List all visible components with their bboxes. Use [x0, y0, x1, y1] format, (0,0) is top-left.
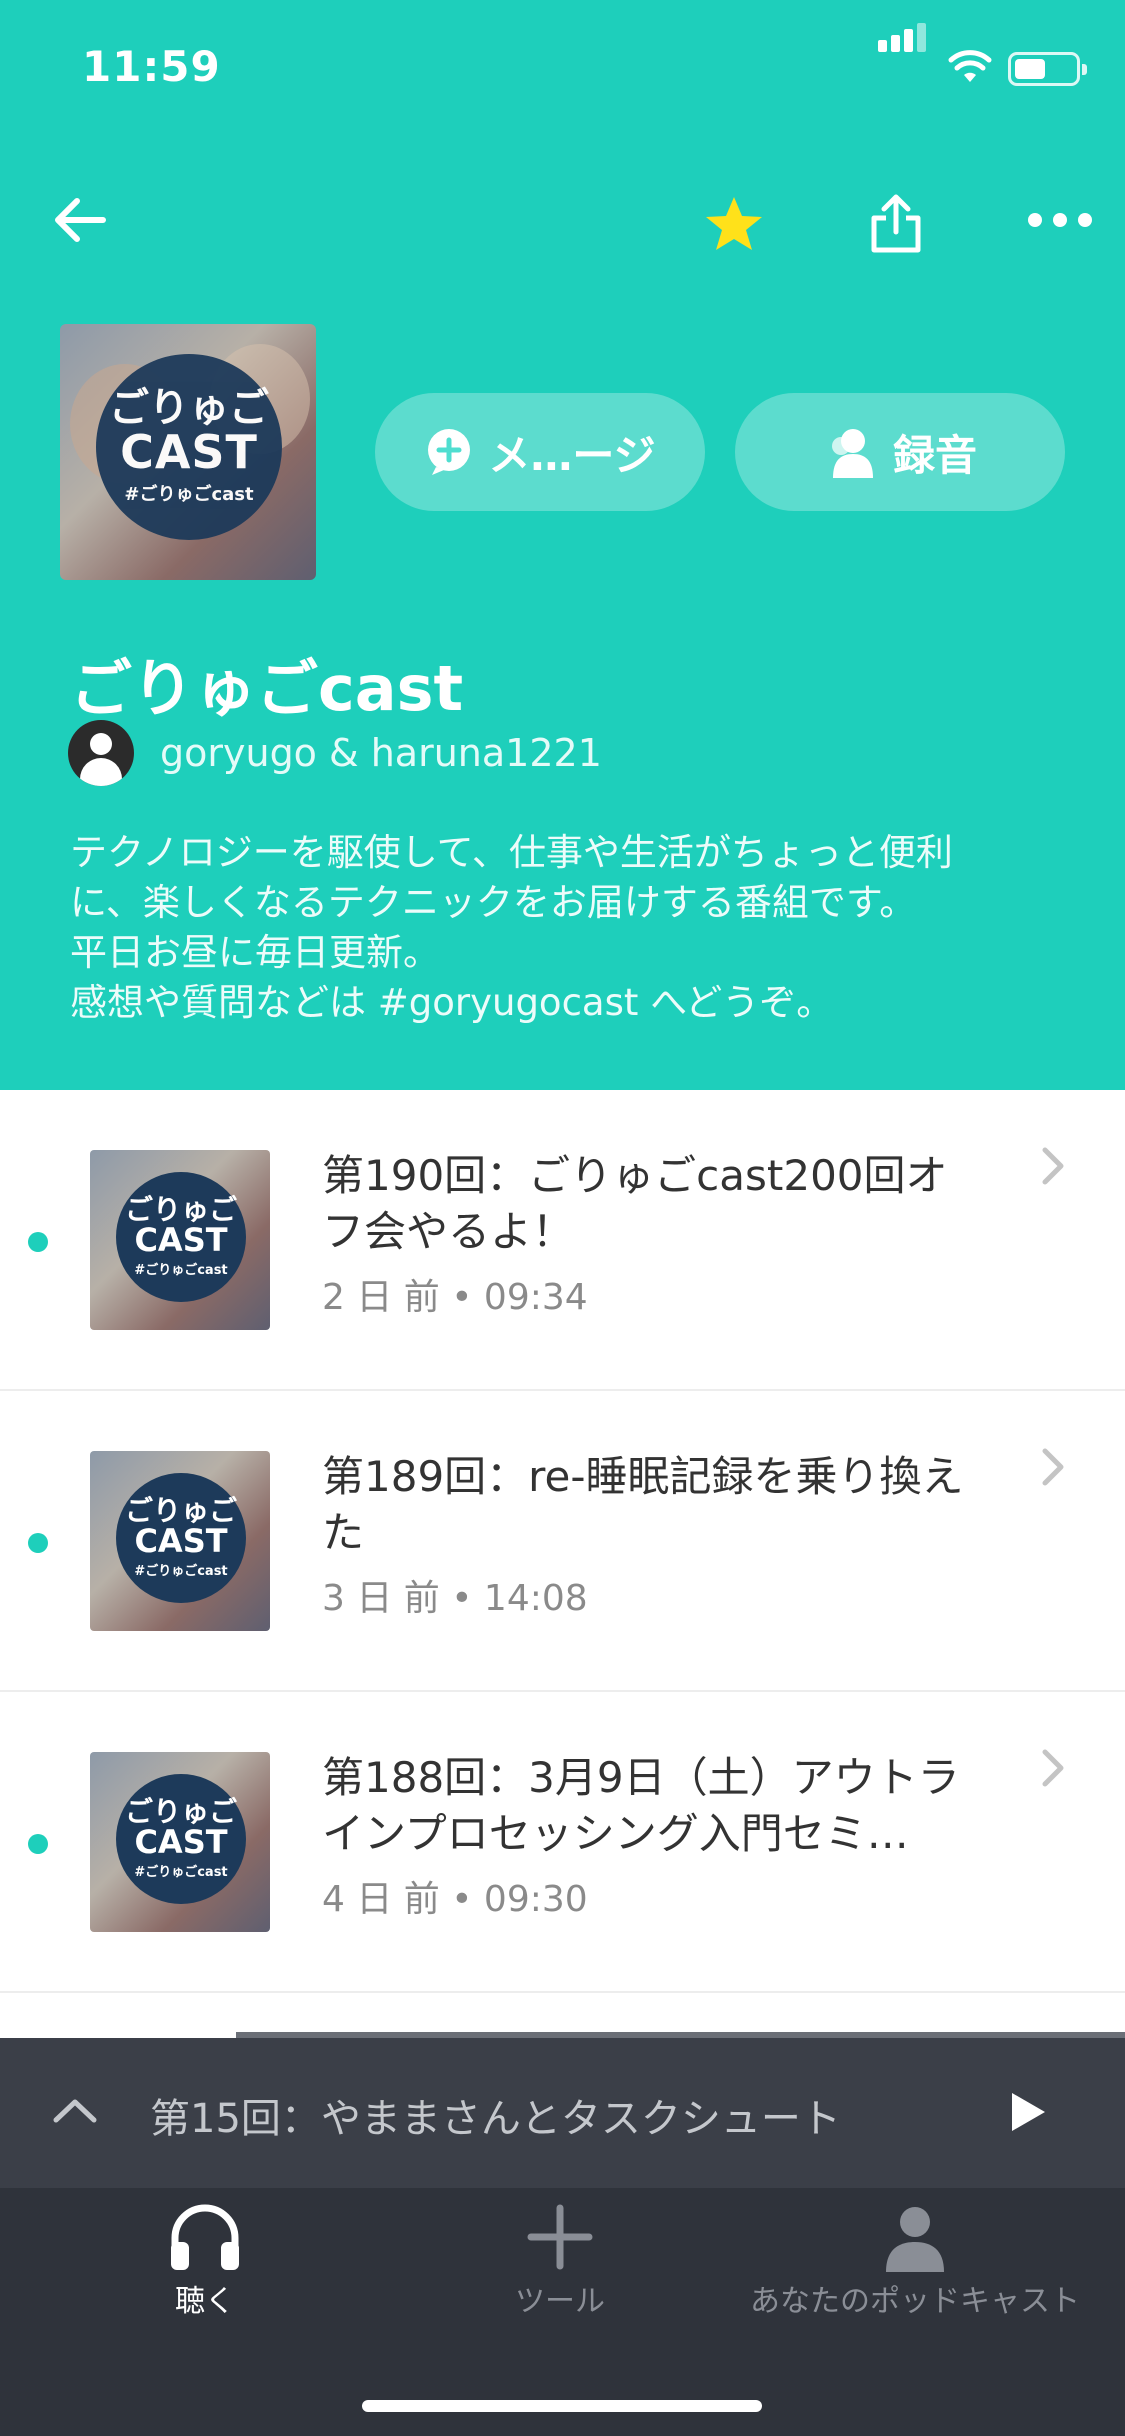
- tab-listen[interactable]: 聴く: [150, 2202, 260, 2320]
- play-icon[interactable]: [1008, 2090, 1048, 2134]
- chevron-up-icon[interactable]: [50, 2086, 100, 2136]
- chevron-right-icon: [1042, 1448, 1064, 1486]
- podcast-cover-art: ごりゅご CAST #ごりゅごcast: [60, 324, 316, 580]
- unplayed-dot: [28, 1834, 48, 1854]
- episode-thumbnail: ごりゅご CAST #ごりゅごcast: [90, 1150, 270, 1330]
- record-button-label: 録音: [892, 430, 977, 480]
- status-time: 11:59: [82, 42, 221, 91]
- unplayed-dot: [28, 1232, 48, 1252]
- share-icon: [871, 194, 921, 253]
- tab-tools[interactable]: ツール: [480, 2202, 640, 2320]
- episode-date-time: 3 日 前 • 14:08: [322, 1578, 588, 1619]
- podcast-description: テクノロジーを駆使して、仕事や生活がちょっと便利 に、楽しくなるテクニックをお届…: [70, 828, 1080, 1028]
- message-button-label: メ…ージ: [488, 430, 656, 480]
- description-line: 平日お昼に毎日更新。: [70, 931, 440, 974]
- now-playing-title: 第15回：やままさんとタスクシュート: [150, 2096, 841, 2142]
- owner-avatar: [68, 720, 134, 786]
- tab-bar: 聴く ツール あなたのポッドキャスト: [0, 2188, 1125, 2436]
- owner-names: goryugo & haruna1221: [160, 731, 602, 775]
- tab-label: あなたのポッドキャスト: [750, 2284, 1080, 2319]
- add-message-icon: [424, 427, 474, 477]
- podcast-header: 11:59 ごりゅご CAST #ごりゅごcast メ…ージ 録音 ごりゅごca…: [0, 0, 1125, 1090]
- episode-thumbnail: ごりゅご CAST #ごりゅごcast: [90, 1451, 270, 1631]
- unplayed-dot: [28, 1533, 48, 1553]
- record-button[interactable]: 録音: [735, 393, 1065, 511]
- share-button[interactable]: [856, 180, 936, 268]
- episode-date-time: 4 日 前 • 09:30: [322, 1879, 588, 1920]
- chevron-right-icon: [1042, 1147, 1064, 1185]
- message-button[interactable]: メ…ージ: [375, 393, 705, 511]
- status-bar: 11:59: [0, 0, 1125, 140]
- back-arrow-icon: [55, 198, 106, 242]
- tab-your-podcast[interactable]: あなたのポッドキャスト: [740, 2202, 1090, 2320]
- chevron-right-icon: [1042, 1749, 1064, 1787]
- episode-row[interactable]: ごりゅご CAST #ごりゅごcast 第189回：re-睡眠記録を乗り換え た…: [0, 1391, 1125, 1692]
- back-button[interactable]: [40, 180, 120, 260]
- tab-label: 聴く: [175, 2284, 235, 2319]
- description-line: テクノロジーを駆使して、仕事や生活がちょっと便利: [70, 831, 953, 874]
- battery-icon: [1008, 52, 1087, 86]
- episode-row[interactable]: ごりゅご CAST #ごりゅごcast 第190回：ごりゅごcast200回オ …: [0, 1090, 1125, 1391]
- headphones-icon: [171, 2204, 239, 2270]
- episode-title: 第188回：3月9日（土）アウトラ インプロセッシング入門セミ…: [322, 1753, 960, 1858]
- more-button[interactable]: [1016, 185, 1104, 255]
- wifi-icon: [948, 50, 992, 82]
- person-icon: [886, 2207, 944, 2272]
- episode-row[interactable]: ごりゅご CAST #ごりゅごcast 第188回：3月9日（土）アウトラ イン…: [0, 1692, 1125, 1993]
- star-icon: [706, 197, 762, 250]
- person-record-icon: [823, 424, 879, 480]
- favorite-button[interactable]: [690, 180, 778, 268]
- description-line: に、楽しくなるテクニックをお届けする番組です。: [70, 881, 917, 924]
- mini-player[interactable]: 第15回：やままさんとタスクシュート: [0, 2038, 1125, 2188]
- podcast-title: ごりゅごcast: [70, 652, 464, 725]
- home-indicator: [362, 2400, 762, 2412]
- episode-list: ごりゅご CAST #ごりゅごcast 第190回：ごりゅごcast200回オ …: [0, 1090, 1125, 1993]
- podcast-owners[interactable]: goryugo & haruna1221: [68, 720, 602, 786]
- episode-title: 第189回：re-睡眠記録を乗り換え た: [322, 1452, 964, 1557]
- episode-title: 第190回：ごりゅごcast200回オ フ会やるよ！: [322, 1151, 948, 1256]
- description-line: 感想や質問などは #goryugocast へどうぞ。: [70, 981, 834, 1024]
- tab-label: ツール: [515, 2284, 605, 2319]
- more-horizontal-icon: [1028, 213, 1092, 227]
- episode-date-time: 2 日 前 • 09:34: [322, 1277, 588, 1318]
- plus-icon: [527, 2204, 593, 2270]
- episode-thumbnail: ごりゅご CAST #ごりゅごcast: [90, 1752, 270, 1932]
